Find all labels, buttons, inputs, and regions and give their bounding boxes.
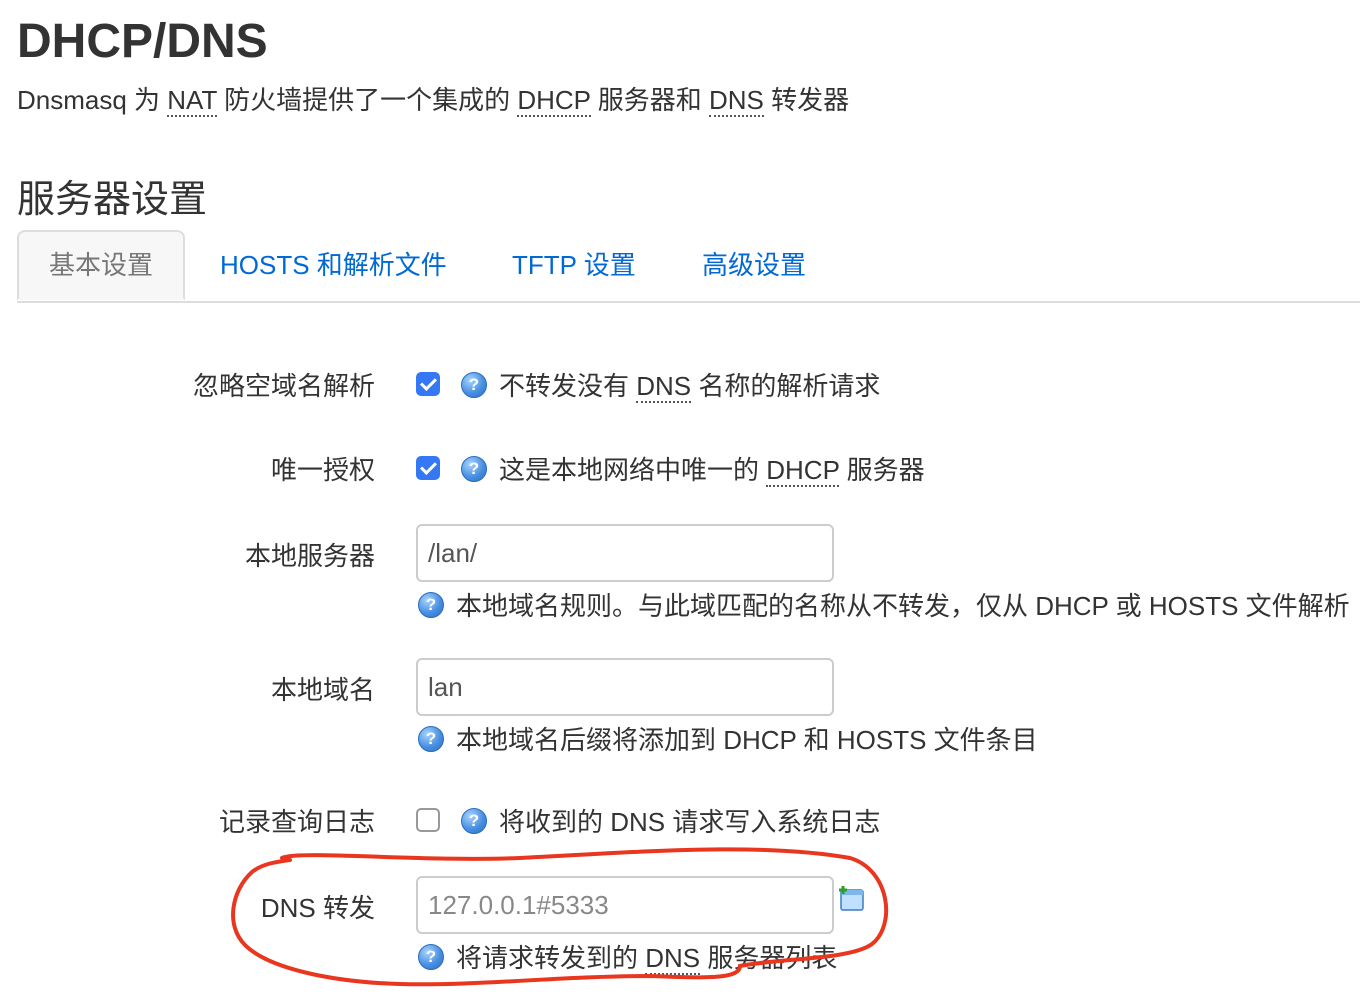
desc-text-2: 防火墙提供了一个集成的 [216,85,518,115]
tab-basic-settings[interactable]: 基本设置 [17,230,186,300]
local-domain-help: 本地域名后缀将添加到 DHCP 和 HOSTS 文件条目 [456,725,1038,755]
dns-forward-input[interactable] [416,876,834,934]
desc-text-3: 服务器和 [590,85,709,115]
section-title: 服务器设置 [17,179,208,221]
log-queries-label: 记录查询日志 [218,807,375,837]
help-text-prefix: 将请求转发到的 [456,943,646,973]
tab-hosts-resolv[interactable]: HOSTS 和解析文件 [220,230,447,301]
desc-text-4: 转发器 [763,85,850,115]
page-description: Dnsmasq 为 NAT 防火墙提供了一个集成的 DHCP 服务器和 DNS … [17,80,849,117]
help-text-suffix: 服务器列表 [700,943,838,973]
add-entry-icon[interactable] [838,885,866,913]
help-text-suffix: 名称的解析请求 [691,371,881,401]
help-icon: ? [418,592,444,618]
red-annotation-circle [231,847,889,987]
help-icon: ? [418,944,444,970]
help-text-prefix: 这是本地网络中唯一的 [499,455,767,485]
desc-text-1: Dnsmasq 为 [17,85,168,115]
dns-abbr: DNS [708,85,764,117]
help-text-prefix: 不转发没有 [499,371,637,401]
tab-advanced-settings[interactable]: 高级设置 [702,230,806,301]
log-queries-checkbox[interactable] [416,808,440,832]
dhcp-abbr: DHCP [766,455,840,487]
dhcp-abbr: DHCP [517,85,591,117]
nat-abbr: NAT [167,85,217,117]
authoritative-label: 唯一授权 [270,455,375,485]
local-domain-input[interactable] [416,658,834,716]
dns-abbr: DNS [645,943,701,975]
dns-forward-label: DNS 转发 [260,893,375,923]
domain-needed-checkbox[interactable] [416,372,440,396]
authoritative-checkbox[interactable] [416,456,440,480]
tab-bar: 基本设置 HOSTS 和解析文件 TFTP 设置 高级设置 [17,230,1360,303]
page: DHCP/DNS Dnsmasq 为 NAT 防火墙提供了一个集成的 DHCP … [0,0,1360,1008]
help-icon: ? [418,726,444,752]
dns-abbr: DNS [636,371,692,403]
local-domain-label: 本地域名 [270,675,375,705]
authoritative-help: 这是本地网络中唯一的 DHCP 服务器 [499,450,925,487]
local-server-label: 本地服务器 [244,541,375,571]
help-text-suffix: 服务器 [839,455,925,485]
local-server-input[interactable] [416,524,834,582]
help-icon: ? [461,456,487,482]
dns-forward-help: 将请求转发到的 DNS 服务器列表 [456,938,837,975]
tab-tftp-settings[interactable]: TFTP 设置 [512,230,636,301]
domain-needed-help: 不转发没有 DNS 名称的解析请求 [499,366,880,403]
help-icon: ? [461,808,487,834]
log-queries-help: 将收到的 DNS 请求写入系统日志 [499,807,881,837]
domain-needed-label: 忽略空域名解析 [192,371,375,401]
help-icon: ? [461,372,487,398]
page-title: DHCP/DNS [17,15,268,68]
local-server-help: 本地域名规则。与此域匹配的名称从不转发，仅从 DHCP 或 HOSTS 文件解析 [456,591,1350,621]
